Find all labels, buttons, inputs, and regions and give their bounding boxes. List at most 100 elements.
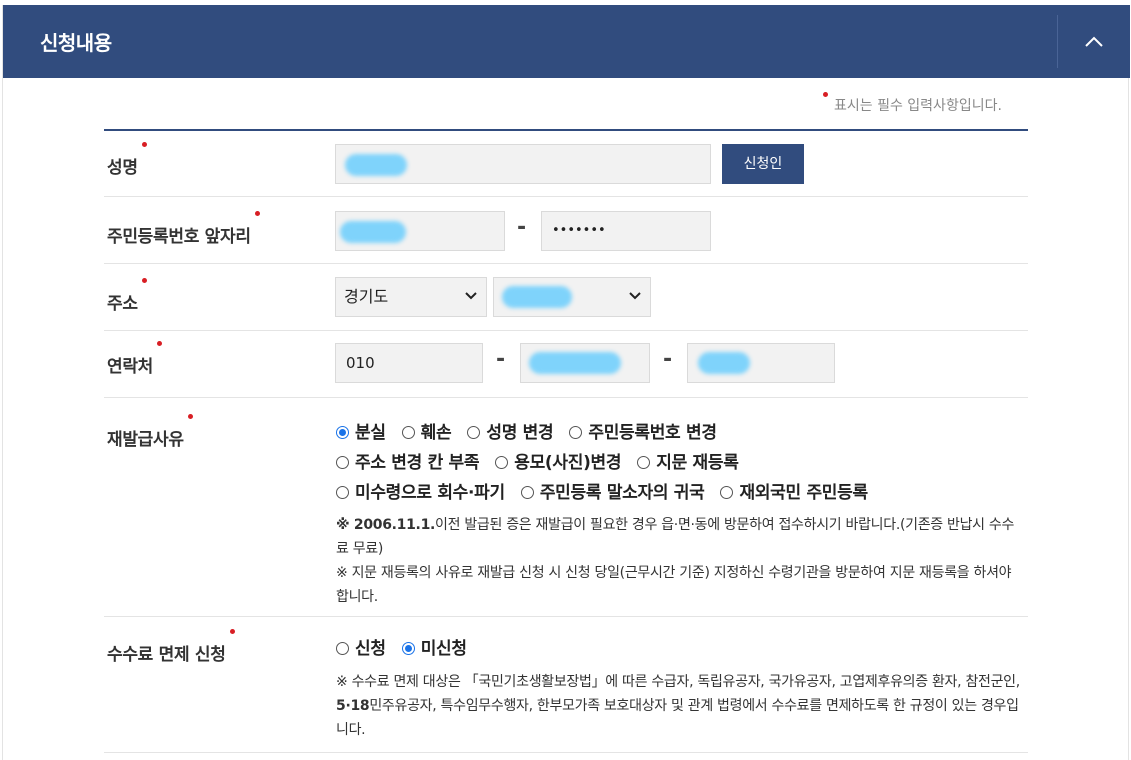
reason-label-text: 재발급사유 xyxy=(107,430,184,450)
phone-middle-input[interactable] xyxy=(520,343,650,383)
radio-indicator xyxy=(336,426,349,439)
required-marker xyxy=(157,341,163,346)
radio-indicator xyxy=(336,642,349,655)
reason-option-lost[interactable]: 분실 xyxy=(336,418,386,443)
radio-label: 미신청 xyxy=(420,639,467,659)
required-marker xyxy=(187,414,193,419)
reason-options-line-1: 분실 훼손 성명 변경 주민등록번호 변경 xyxy=(336,418,733,443)
contact-label-text: 연락처 xyxy=(107,357,154,377)
rrn-dash: - xyxy=(517,215,527,240)
required-marker xyxy=(254,211,260,216)
fee-note-part-a: ※ 수수료 면제 대상은 「국민기초생활보장법」에 따른 수급자, 독립유공자,… xyxy=(336,674,1020,690)
radio-indicator xyxy=(467,426,481,439)
name-label-text: 성명 xyxy=(107,158,138,178)
radio-indicator xyxy=(401,642,415,655)
fee-note-part-b: 5·18 xyxy=(336,698,370,714)
radio-label: 지문 재등록 xyxy=(656,453,739,473)
reason-option-address-full[interactable]: 주소 변경 칸 부족 xyxy=(336,448,480,473)
radio-indicator xyxy=(720,486,734,499)
name-label: 성명 xyxy=(107,142,147,178)
rrn-label-text: 주민등록번호 앞자리 xyxy=(107,227,251,247)
reason-note-1: ※ 2006.11.1.이전 발급된 증은 재발급이 필요한 경우 읍·면·동에… xyxy=(336,513,1026,561)
applicant-button[interactable]: 신청인 xyxy=(722,144,804,184)
redacted-value xyxy=(340,221,406,243)
phone-last-input[interactable] xyxy=(687,343,835,383)
fee-exemption-label-text: 수수료 면제 신청 xyxy=(107,645,226,665)
fee-options: 신청 미신청 xyxy=(336,634,483,659)
radio-indicator xyxy=(520,486,534,499)
province-value: 경기도 xyxy=(344,287,389,306)
reason-note-1-text: 이전 발급된 증은 재발급이 필요한 경우 읍·면·동에 방문하여 접수하시기 … xyxy=(336,517,1015,557)
collapse-button[interactable] xyxy=(1059,5,1130,78)
reason-option-overseas[interactable]: 재외국민 주민등록 xyxy=(720,478,868,503)
fee-note-part-c: 민주유공자, 특수임무수행자, 한부모가족 보호대상자 및 관계 법령에서 수수… xyxy=(336,698,1019,738)
phone-dash-2: - xyxy=(663,347,673,372)
required-marker xyxy=(141,142,147,147)
reason-option-fingerprint[interactable]: 지문 재등록 xyxy=(637,448,739,473)
reason-option-uncollected[interactable]: 미수령으로 회수·파기 xyxy=(336,478,505,503)
chevron-down-icon xyxy=(629,292,641,300)
redacted-value xyxy=(502,286,572,308)
section-header: 신청내용 xyxy=(3,5,1130,78)
radio-label: 신청 xyxy=(355,639,386,659)
province-select[interactable]: 경기도 xyxy=(335,277,487,317)
radio-indicator xyxy=(401,426,415,439)
city-select[interactable] xyxy=(493,277,651,317)
radio-label: 주민등록번호 변경 xyxy=(588,423,717,443)
reason-option-name-change[interactable]: 성명 변경 xyxy=(467,418,554,443)
reason-note-1-date: ※ 2006.11.1. xyxy=(336,517,436,533)
fee-option-apply[interactable]: 신청 xyxy=(336,634,386,659)
rrn-back-input[interactable]: ••••••• xyxy=(541,211,711,251)
fee-exemption-label: 수수료 면제 신청 xyxy=(107,629,235,665)
radio-indicator xyxy=(336,486,349,499)
radio-label: 성명 변경 xyxy=(486,423,554,443)
required-marker xyxy=(823,92,828,97)
radio-indicator xyxy=(495,456,509,469)
redacted-value xyxy=(529,352,621,374)
radio-indicator xyxy=(336,456,349,469)
header-divider xyxy=(1057,15,1058,68)
address-row: 주소 경기도 xyxy=(104,265,1028,331)
name-input[interactable] xyxy=(335,144,711,184)
rrn-front-input[interactable] xyxy=(335,211,505,251)
reason-note-2: ※ 지문 재등록의 사유로 재발급 신청 시 신청 당일(근무시간 기준) 지정… xyxy=(336,565,1012,605)
phone-dash-1: - xyxy=(496,347,506,372)
redacted-value xyxy=(345,154,407,176)
required-marker xyxy=(229,629,235,634)
chevron-down-icon xyxy=(465,292,477,300)
fee-exemption-note: ※ 수수료 면제 대상은 「국민기초생활보장법」에 따른 수급자, 독립유공자,… xyxy=(336,670,1026,742)
reason-option-photo-change[interactable]: 용모(사진)변경 xyxy=(495,448,622,473)
radio-label: 주소 변경 칸 부족 xyxy=(355,453,480,473)
contact-label: 연락처 xyxy=(107,341,163,377)
reason-label: 재발급사유 xyxy=(107,414,193,450)
reason-options-line-3: 미수령으로 회수·파기 주민등록 말소자의 귀국 재외국민 주민등록 xyxy=(336,478,884,503)
radio-label: 분실 xyxy=(355,423,386,443)
name-row: 성명 신청인 xyxy=(104,131,1028,197)
chevron-up-icon xyxy=(1085,36,1103,47)
radio-indicator xyxy=(569,426,583,439)
reason-option-damaged[interactable]: 훼손 xyxy=(401,418,452,443)
radio-label: 미수령으로 회수·파기 xyxy=(355,483,505,503)
fee-option-not-apply[interactable]: 미신청 xyxy=(401,634,467,659)
fee-exemption-row: 수수료 면제 신청 신청 미신청 ※ 수수료 면제 대상은 「국민기초생활보장법」… xyxy=(104,618,1028,753)
reason-options-line-2: 주소 변경 칸 부족 용모(사진)변경 지문 재등록 xyxy=(336,448,755,473)
required-fields-note: 표시는 필수 입력사항입니다. xyxy=(823,92,1002,115)
rrn-label: 주민등록번호 앞자리 xyxy=(107,211,260,247)
radio-label: 용모(사진)변경 xyxy=(514,453,622,473)
reason-option-rrn-change[interactable]: 주민등록번호 변경 xyxy=(569,418,717,443)
radio-label: 주민등록 말소자의 귀국 xyxy=(539,483,705,503)
required-note-text: 표시는 필수 입력사항입니다. xyxy=(834,98,1002,114)
rrn-row: 주민등록번호 앞자리 - ••••••• xyxy=(104,198,1028,264)
required-marker xyxy=(141,278,147,283)
phone-prefix-input[interactable]: 010 xyxy=(335,343,483,383)
radio-indicator xyxy=(637,456,651,469)
redacted-value xyxy=(698,352,750,374)
radio-label: 훼손 xyxy=(420,423,452,443)
application-panel: 신청내용 표시는 필수 입력사항입니다. 성명 신청인 주민등록번호 앞자리 -… xyxy=(2,5,1130,760)
contact-row: 연락처 010 - - xyxy=(104,332,1028,398)
address-label-text: 주소 xyxy=(107,294,138,314)
section-title: 신청내용 xyxy=(40,31,112,55)
reason-row: 재발급사유 분실 훼손 성명 변경 주민등록번호 변경 주소 변경 칸 부족 용모(사진… xyxy=(104,399,1028,617)
address-label: 주소 xyxy=(107,278,147,314)
reason-option-return[interactable]: 주민등록 말소자의 귀국 xyxy=(520,478,705,503)
